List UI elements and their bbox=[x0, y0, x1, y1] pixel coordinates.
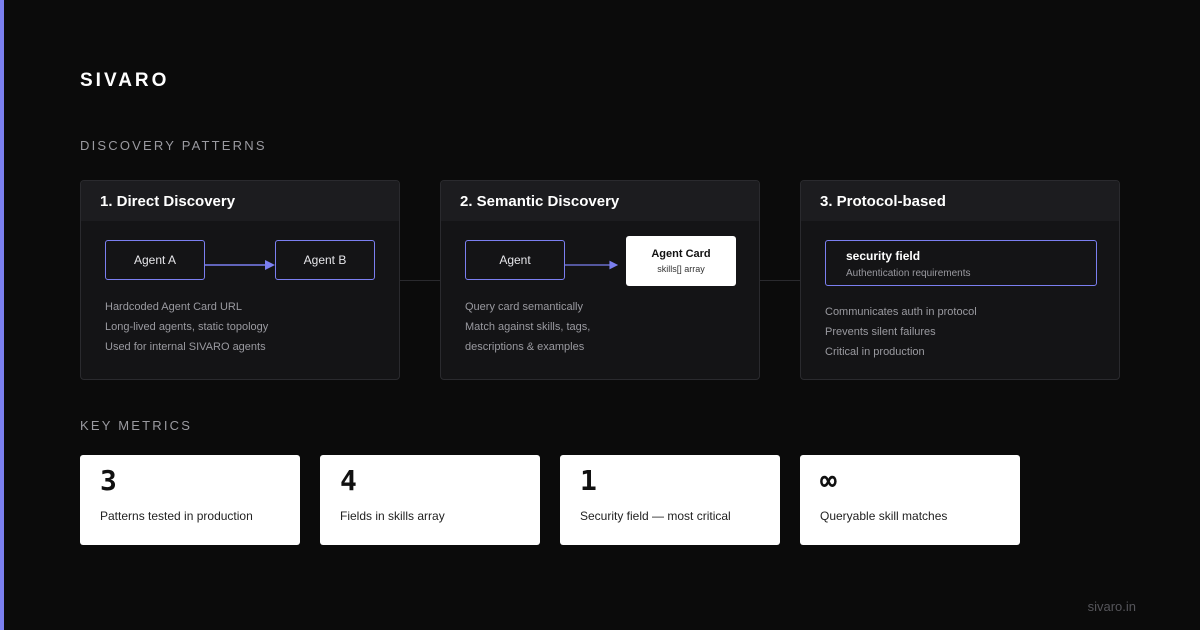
security-field-subtitle: Authentication requirements bbox=[846, 268, 971, 279]
note-line: Prevents silent failures bbox=[825, 326, 936, 338]
pattern-card-direct: 1. Direct Discovery Agent A Agent B Hard… bbox=[80, 180, 400, 380]
note-line: Long-lived agents, static topology bbox=[105, 321, 269, 333]
pattern-card-protocol: 3. Protocol-based security field Authent… bbox=[800, 180, 1120, 380]
footer-url: sivaro.in bbox=[1087, 599, 1136, 614]
node-agent-b: Agent B bbox=[275, 240, 375, 280]
metric-card: 4 Fields in skills array bbox=[320, 455, 540, 545]
metric-value: 3 bbox=[100, 464, 117, 497]
note-line: Communicates auth in protocol bbox=[825, 306, 977, 318]
pattern-card-title: 1. Direct Discovery bbox=[81, 181, 399, 221]
arrow-right-icon bbox=[565, 260, 619, 270]
note-line: Query card semantically bbox=[465, 301, 583, 313]
metric-value: 1 bbox=[580, 464, 597, 497]
metric-label: Patterns tested in production bbox=[100, 509, 253, 523]
metric-card: 1 Security field — most critical bbox=[560, 455, 780, 545]
section-title-metrics: KEY METRICS bbox=[80, 418, 193, 433]
security-field-title: security field bbox=[846, 249, 921, 263]
metric-label: Fields in skills array bbox=[340, 509, 445, 523]
node-agent: Agent bbox=[465, 240, 565, 280]
metric-value: 4 bbox=[340, 464, 357, 497]
pattern-notes: Communicates auth in protocol Prevents s… bbox=[825, 302, 977, 362]
arrow-right-icon bbox=[205, 260, 275, 270]
node-agent-card: Agent Card skills[] array bbox=[626, 236, 736, 286]
node-agent-card-title: Agent Card bbox=[651, 248, 711, 260]
pattern-card-semantic: 2. Semantic Discovery Agent Agent Card s… bbox=[440, 180, 760, 380]
pattern-notes: Query card semantically Match against sk… bbox=[465, 297, 590, 357]
node-agent-a: Agent A bbox=[105, 240, 205, 280]
card-connector-1 bbox=[400, 280, 440, 281]
metric-card: 3 Patterns tested in production bbox=[80, 455, 300, 545]
note-line: Hardcoded Agent Card URL bbox=[105, 301, 242, 313]
pattern-notes: Hardcoded Agent Card URL Long-lived agen… bbox=[105, 297, 268, 357]
accent-bar bbox=[0, 0, 4, 630]
pattern-card-title: 3. Protocol-based bbox=[801, 181, 1119, 221]
section-title-patterns: DISCOVERY PATTERNS bbox=[80, 138, 267, 153]
metric-label: Security field — most critical bbox=[580, 509, 731, 523]
note-line: Used for internal SIVARO agents bbox=[105, 341, 266, 353]
metric-value: ∞ bbox=[820, 464, 837, 497]
pattern-card-title: 2. Semantic Discovery bbox=[441, 181, 759, 221]
card-connector-2 bbox=[760, 280, 800, 281]
security-field-box: security field Authentication requiremen… bbox=[825, 240, 1097, 286]
note-line: descriptions & examples bbox=[465, 341, 585, 353]
metric-card: ∞ Queryable skill matches bbox=[800, 455, 1020, 545]
note-line: Match against skills, tags, bbox=[465, 321, 591, 333]
brand-logo: SIVARO bbox=[80, 70, 170, 91]
node-agent-card-subtitle: skills[] array bbox=[657, 264, 705, 274]
metric-label: Queryable skill matches bbox=[820, 509, 948, 523]
note-line: Critical in production bbox=[825, 346, 925, 358]
